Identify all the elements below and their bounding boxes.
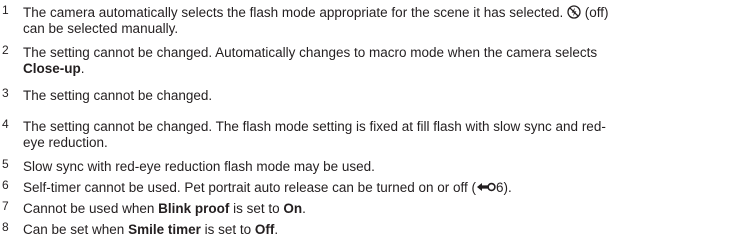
flash-off-icon <box>567 5 581 19</box>
text-segment: The setting cannot be changed. The flash… <box>23 119 606 134</box>
footnote-line: Slow sync with red-eye reduction flash m… <box>23 159 744 175</box>
text-segment: is set to <box>200 222 255 237</box>
text-segment: . <box>302 201 306 216</box>
footnote-line: The setting cannot be changed. The flash… <box>23 119 744 135</box>
footnote-marker: 7 <box>2 199 9 213</box>
footnote-marker: 1 <box>2 3 9 17</box>
text-segment: eye reduction. <box>23 135 108 150</box>
text-segment: (off) <box>581 5 609 20</box>
reference-link-icon[interactable] <box>476 180 496 194</box>
footnote-marker: 2 <box>2 43 9 57</box>
text-segment: . <box>274 222 279 237</box>
footnote-line: The setting cannot be changed. <box>23 88 744 104</box>
footnote-marker: 3 <box>2 86 9 100</box>
footnote-line: Cannot be used when Blink proof is set t… <box>23 201 744 217</box>
menu-item-smile-timer: Smile timer <box>128 222 201 237</box>
text-segment: can be selected manually. <box>23 21 179 36</box>
text-segment: Can be set when <box>23 222 129 237</box>
footnote-text: Cannot be used when Blink proof is set t… <box>23 201 744 217</box>
footnote-line: Can be set when Smile timer is set to Of… <box>23 222 744 238</box>
setting-value-off: Off <box>254 222 275 237</box>
footnote-text: The setting cannot be changed. The flash… <box>23 119 744 151</box>
footnote-text: Slow sync with red-eye reduction flash m… <box>23 159 744 175</box>
text-segment: The setting cannot be changed. <box>23 88 213 103</box>
setting-value-on: On <box>283 201 303 216</box>
text-segment: The camera automatically selects the fla… <box>23 5 568 20</box>
text-segment: Cannot be used when <box>23 201 159 216</box>
text-segment: The setting cannot be changed. Automatic… <box>23 45 598 60</box>
footnote-text: The setting cannot be changed. Automatic… <box>23 45 744 77</box>
text-segment: . <box>80 61 85 76</box>
text-segment: 6). <box>496 180 512 195</box>
footnote-marker: 5 <box>2 157 9 171</box>
footnote-marker: 6 <box>2 178 9 192</box>
footnote-marker: 8 <box>2 220 9 234</box>
footnote-text: The setting cannot be changed. <box>23 88 744 104</box>
footnote-marker: 4 <box>2 117 9 131</box>
footnote-line: eye reduction. <box>23 135 744 151</box>
footnote-line: The camera automatically selects the fla… <box>23 5 744 21</box>
footnote-text: Self-timer cannot be used. Pet portrait … <box>23 180 744 196</box>
text-segment: is set to <box>229 201 284 216</box>
footnote-text: Can be set when Smile timer is set to Of… <box>23 222 744 238</box>
footnote-line: Self-timer cannot be used. Pet portrait … <box>23 180 744 196</box>
text-segment: Self-timer cannot be used. Pet portrait … <box>23 180 477 195</box>
text-segment: Slow sync with red-eye reduction flash m… <box>23 159 375 174</box>
mode-name-close-up: Close-up <box>23 61 81 76</box>
footnote-line: The setting cannot be changed. Automatic… <box>23 45 744 61</box>
footnote-text: The camera automatically selects the fla… <box>23 5 744 37</box>
footnote-line: Close-up. <box>23 61 744 77</box>
menu-item-blink-proof: Blink proof <box>158 201 230 216</box>
footnote-line: can be selected manually. <box>23 21 744 37</box>
